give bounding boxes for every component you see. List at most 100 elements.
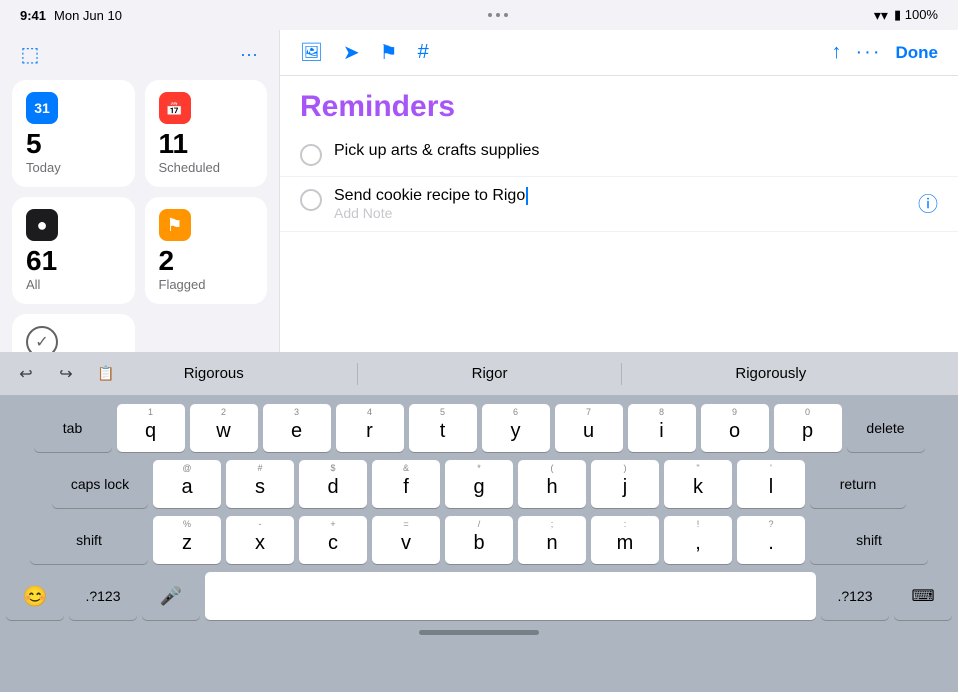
sidebar: ⬚ ··· 31 5 Today 📅 11 Scheduled ● 61 All <box>0 30 280 352</box>
key-h[interactable]: ( h <box>518 460 586 508</box>
key-n[interactable]: ; n <box>518 516 586 564</box>
toolbar-more-button[interactable]: ··· <box>856 41 882 64</box>
keyboard-rows: tab 1 q 2 w 3 e 4 r 5 t 6 <box>0 396 958 568</box>
toolbar-image-icon[interactable]: 🖼 <box>300 42 323 63</box>
reminder-text-block-1: Pick up arts & crafts supplies <box>334 142 938 160</box>
mic-key[interactable]: 🎤 <box>142 572 200 620</box>
status-time: 9:41 <box>20 8 46 23</box>
smart-list-today[interactable]: 31 5 Today <box>12 80 135 187</box>
key-y[interactable]: 6 y <box>482 404 550 452</box>
key-j[interactable]: ) j <box>591 460 659 508</box>
content-toolbar: 🖼 ➤ ⚑ # ↑ ··· Done <box>280 30 958 76</box>
smart-list-flagged[interactable]: ⚑ 2 Flagged <box>145 197 268 304</box>
reminder-text-2[interactable]: Send cookie recipe to Rigo <box>334 187 906 205</box>
num-key-right[interactable]: .?123 <box>821 572 889 620</box>
today-icon: 31 <box>26 92 58 124</box>
flagged-icon: ⚑ <box>159 209 191 241</box>
paste-button[interactable]: 📋 <box>90 358 122 390</box>
scheduled-icon: 📅 <box>159 92 191 124</box>
main-layout: ⬚ ··· 31 5 Today 📅 11 Scheduled ● 61 All <box>0 30 958 352</box>
key-t[interactable]: 5 t <box>409 404 477 452</box>
toolbar-tag-icon[interactable]: # <box>418 41 429 64</box>
key-u[interactable]: 7 u <box>555 404 623 452</box>
keyboard-area: ↩ ↪ 📋 Rigorous Rigor Rigorously tab 1 q … <box>0 352 958 692</box>
flagged-count: 2 <box>159 247 254 275</box>
space-key[interactable] <box>205 572 816 620</box>
tab-key[interactable]: tab <box>34 404 112 452</box>
toolbar-location-icon[interactable]: ➤ <box>343 40 360 65</box>
toolbar-left: 🖼 ➤ ⚑ # <box>300 40 429 65</box>
bottom-row: 😊 .?123 🎤 .?123 ⌨ <box>0 568 958 626</box>
key-z[interactable]: % z <box>153 516 221 564</box>
sidebar-more-icon[interactable]: ··· <box>235 40 263 68</box>
reminder-info-icon[interactable]: ⓘ <box>918 188 938 217</box>
undo-button[interactable]: ↩ <box>10 358 42 390</box>
key-o[interactable]: 9 o <box>701 404 769 452</box>
text-cursor <box>526 187 528 205</box>
key-row-2: caps lock @ a # s $ d & f * g <box>6 460 952 508</box>
key-row-1: tab 1 q 2 w 3 e 4 r 5 t 6 <box>6 404 952 452</box>
key-q[interactable]: 1 q <box>117 404 185 452</box>
key-question[interactable]: ? . <box>737 516 805 564</box>
reminder-item-2: Send cookie recipe to Rigo Add Note ⓘ <box>280 177 958 232</box>
key-g[interactable]: * g <box>445 460 513 508</box>
return-key[interactable]: return <box>810 460 906 508</box>
caps-lock-key[interactable]: caps lock <box>52 460 148 508</box>
status-date: Mon Jun 10 <box>54 8 122 23</box>
hide-keyboard-key[interactable]: ⌨ <box>894 572 952 620</box>
status-right: ▾▾ ▮ 100% <box>874 7 938 24</box>
suggestion-1[interactable]: Rigorous <box>174 361 254 386</box>
battery-icon: ▮ 100% <box>894 7 938 23</box>
scheduled-label: Scheduled <box>159 160 254 175</box>
autocorrect-suggestions: Rigorous Rigor Rigorously <box>122 361 868 386</box>
scheduled-count: 11 <box>159 130 254 158</box>
key-s[interactable]: # s <box>226 460 294 508</box>
reminders-title: Reminders <box>280 76 958 132</box>
suggestion-2[interactable]: Rigor <box>462 361 518 386</box>
sidebar-header: ⬚ ··· <box>12 40 267 68</box>
key-d[interactable]: $ d <box>299 460 367 508</box>
key-c[interactable]: + c <box>299 516 367 564</box>
reminder-text-1: Pick up arts & crafts supplies <box>334 142 938 160</box>
key-l[interactable]: ' l <box>737 460 805 508</box>
today-label: Today <box>26 160 121 175</box>
smart-list-scheduled[interactable]: 📅 11 Scheduled <box>145 80 268 187</box>
num-key-left[interactable]: .?123 <box>69 572 137 620</box>
wifi-icon: ▾▾ <box>874 7 888 24</box>
key-v[interactable]: = v <box>372 516 440 564</box>
main-content: 🖼 ➤ ⚑ # ↑ ··· Done Reminders Pick up art… <box>280 30 958 352</box>
reminder-checkbox-1[interactable] <box>300 144 322 166</box>
reminder-add-note[interactable]: Add Note <box>334 205 906 221</box>
key-e[interactable]: 3 e <box>263 404 331 452</box>
shift-right-key[interactable]: shift <box>810 516 928 564</box>
autocorrect-bar: ↩ ↪ 📋 Rigorous Rigor Rigorously <box>0 352 958 396</box>
smart-list-all[interactable]: ● 61 All <box>12 197 135 304</box>
autocorrect-actions: ↩ ↪ 📋 <box>10 358 122 390</box>
key-k[interactable]: " k <box>664 460 732 508</box>
key-a[interactable]: @ a <box>153 460 221 508</box>
redo-button[interactable]: ↪ <box>50 358 82 390</box>
reminder-text-block-2: Send cookie recipe to Rigo Add Note <box>334 187 906 221</box>
key-f[interactable]: & f <box>372 460 440 508</box>
key-b[interactable]: / b <box>445 516 513 564</box>
key-m[interactable]: : m <box>591 516 659 564</box>
flagged-label: Flagged <box>159 277 254 292</box>
key-i[interactable]: 8 i <box>628 404 696 452</box>
key-x[interactable]: - x <box>226 516 294 564</box>
smart-lists-grid: 31 5 Today 📅 11 Scheduled ● 61 All ⚑ 2 F… <box>12 80 267 304</box>
toolbar-flag-icon[interactable]: ⚑ <box>380 40 398 65</box>
sidebar-toggle-icon[interactable]: ⬚ <box>16 40 44 68</box>
key-p[interactable]: 0 p <box>774 404 842 452</box>
reminder-checkbox-2[interactable] <box>300 189 322 211</box>
shift-left-key[interactable]: shift <box>30 516 148 564</box>
key-excl[interactable]: ! , <box>664 516 732 564</box>
toolbar-share-icon[interactable]: ↑ <box>832 41 842 64</box>
toolbar-right: ↑ ··· Done <box>832 41 938 64</box>
done-button[interactable]: Done <box>896 43 939 63</box>
emoji-key[interactable]: 😊 <box>6 572 64 620</box>
key-r[interactable]: 4 r <box>336 404 404 452</box>
suggestion-3[interactable]: Rigorously <box>725 361 816 386</box>
key-w[interactable]: 2 w <box>190 404 258 452</box>
top-dots-center <box>488 13 508 17</box>
delete-key[interactable]: delete <box>847 404 925 452</box>
